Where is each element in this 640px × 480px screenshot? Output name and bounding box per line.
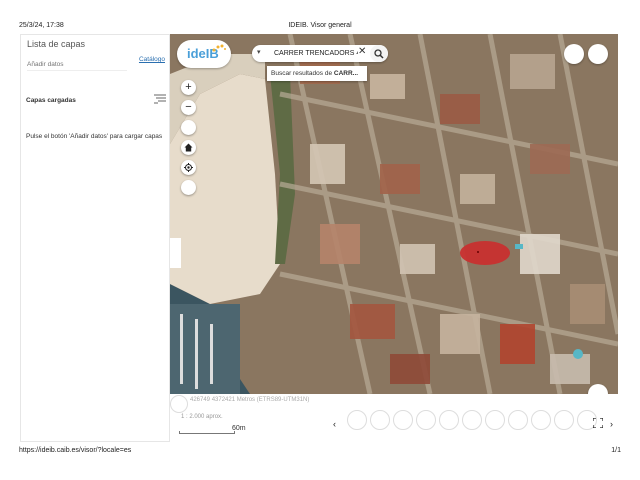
catalog-link[interactable]: Catálogo (139, 56, 165, 63)
search-suggestion[interactable]: Buscar resultados de CARR... (267, 66, 367, 81)
basemap-thumb[interactable] (393, 410, 413, 430)
locate-button[interactable] (181, 160, 196, 175)
scale-text: 1 : 2.000 aprox. (181, 414, 223, 420)
layer-list-title: Lista de capas (27, 39, 86, 49)
search-icon (374, 49, 384, 59)
panel-toggle-button[interactable] (170, 395, 188, 413)
search-source-dropdown[interactable]: ▾ (257, 48, 261, 56)
scale-bar (179, 431, 235, 434)
top-right-tool-button-1[interactable] (564, 44, 584, 64)
add-data-input[interactable] (27, 59, 127, 71)
basemap-thumb[interactable] (370, 410, 390, 430)
basemap-prev-arrow[interactable]: ‹ (333, 419, 336, 429)
marker-center (477, 251, 479, 253)
loaded-layers-heading: Capas cargadas (26, 97, 76, 104)
basemap-thumb[interactable] (485, 410, 505, 430)
basemap-thumb[interactable] (531, 410, 551, 430)
suggestion-prefix: Buscar resultados de (271, 70, 334, 77)
map-tool-button-2[interactable] (181, 180, 196, 195)
basemap-thumb[interactable] (439, 410, 459, 430)
search-result-marker[interactable] (460, 241, 510, 265)
basemap-thumb[interactable] (508, 410, 528, 430)
filter-icon[interactable] (154, 94, 166, 104)
add-data-hint: Pulse el botón 'Añadir datos' para carga… (26, 133, 163, 140)
home-icon (184, 143, 193, 152)
search-bar: ▾ ✕ (252, 45, 388, 62)
basemap-thumb[interactable] (462, 410, 482, 430)
coordinates-readout: 426749 4372421 Metros (ETRS89-UTM31N) (190, 397, 310, 403)
ideib-logo[interactable]: ideIB (177, 40, 231, 68)
print-page-number: 1/1 (611, 447, 621, 454)
basemap-next-arrow[interactable]: › (610, 419, 613, 429)
map-view[interactable]: ideIB ▾ ✕ Buscar resultados de CARR... +… (170, 34, 618, 394)
basemap-gallery (347, 410, 597, 430)
zoom-in-button[interactable]: + (181, 80, 196, 95)
zoom-out-button[interactable]: − (181, 100, 196, 115)
panel-collapse-tab[interactable] (170, 238, 181, 268)
search-input[interactable] (274, 47, 358, 60)
basemap-thumb[interactable] (416, 410, 436, 430)
print-url: https://ideib.caib.es/visor/?locale=es (19, 447, 132, 454)
logo-dots-icon (212, 44, 226, 52)
basemap-thumb[interactable] (554, 410, 574, 430)
print-page-title: IDEIB. Visor general (288, 22, 352, 29)
home-button[interactable] (181, 140, 196, 155)
aerial-imagery (170, 34, 618, 394)
fullscreen-icon[interactable] (593, 418, 603, 428)
scale-label: 60m (232, 425, 246, 432)
map-tool-button[interactable] (181, 120, 196, 135)
locate-icon (184, 163, 193, 172)
top-right-tool-button-2[interactable] (588, 44, 608, 64)
search-button[interactable] (370, 45, 388, 62)
clear-search-button[interactable]: ✕ (358, 46, 366, 57)
layer-list-panel: Lista de capas Catálogo Capas cargadas P… (20, 34, 170, 442)
suggestion-bold: CARR... (333, 70, 359, 77)
basemap-thumb[interactable] (347, 410, 367, 430)
